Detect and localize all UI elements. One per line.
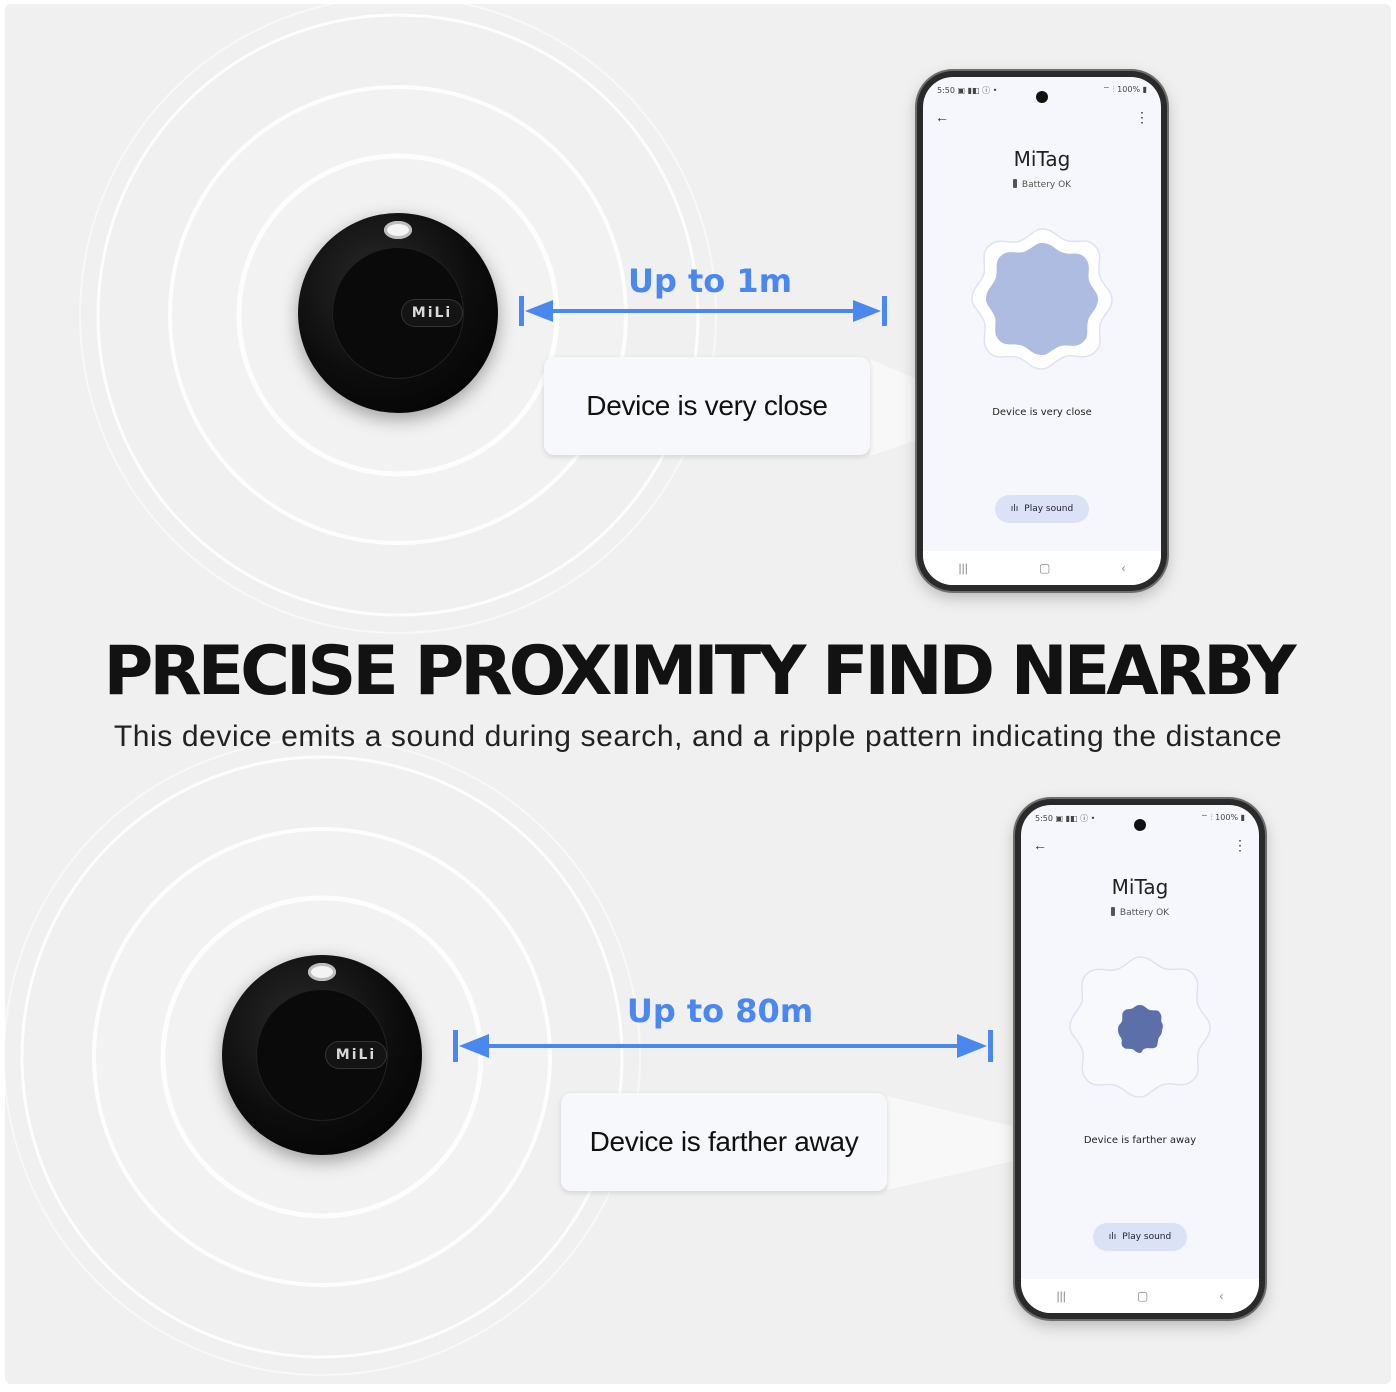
battery-status: Battery OK <box>1021 907 1259 918</box>
proximity-indicator <box>971 228 1113 370</box>
headline: PRECISE PROXIMITY FIND NEARBY <box>103 632 1296 711</box>
status-time: 5:50 <box>1035 814 1053 823</box>
phone-far: 5:50 ▣ ▮◧ ⓘ • ⌔ ⫶ 100% ▮ ← ⋮ MiTag Batte… <box>1015 799 1265 1319</box>
status-time: 5:50 <box>937 86 955 95</box>
battery-status: Battery OK <box>923 179 1161 190</box>
recents-icon[interactable]: ||| <box>1057 1289 1066 1303</box>
battery-percent: ⌔ ⫶ 100% ▮ <box>1200 813 1245 822</box>
product-infographic: MiLi Up to 1m Device is very close 5:50 … <box>5 4 1391 1384</box>
keyring-hole <box>384 221 412 239</box>
proximity-status: Device is very close <box>992 407 1092 418</box>
more-vert-icon[interactable]: ⋮ <box>1135 109 1149 126</box>
tracker-tag-far: MiLi <box>222 955 422 1155</box>
android-nav-bar: ||| ▢ ‹ <box>1021 1279 1259 1313</box>
battery-status-text: Battery OK <box>1119 908 1170 918</box>
android-nav-bar: ||| ▢ ‹ <box>923 551 1161 585</box>
back-nav-icon[interactable]: ‹ <box>1121 561 1125 575</box>
tracker-tag-near: MiLi <box>298 213 498 413</box>
status-icons: ▣ ▮◧ ⓘ • <box>1055 814 1096 823</box>
home-icon[interactable]: ▢ <box>1137 1289 1148 1303</box>
phone-near: 5:50 ▣ ▮◧ ⓘ • ⌔ ⫶ 100% ▮ ← ⋮ MiTag Batte… <box>917 71 1167 591</box>
callout-far: Device is farther away <box>561 1093 887 1191</box>
battery-icon <box>1110 907 1115 916</box>
status-icons: ▣ ▮◧ ⓘ • <box>957 86 998 95</box>
battery-status-text: Battery OK <box>1021 180 1072 190</box>
sound-wave-icon: ılı <box>1108 1232 1117 1242</box>
range-arrow-near <box>519 296 887 326</box>
status-bar: 5:50 ▣ ▮◧ ⓘ • ⌔ ⫶ 100% ▮ <box>937 85 1147 96</box>
battery-icon <box>1012 179 1017 188</box>
proximity-indicator <box>1069 956 1211 1098</box>
proximity-status: Device is farther away <box>1083 1135 1197 1146</box>
range-label-far: Up to 80m <box>626 992 814 1030</box>
app-title: MiTag <box>1111 875 1169 899</box>
battery-percent-value: 100% <box>1215 813 1239 822</box>
tag-brand-logo: MiLi <box>325 1041 387 1069</box>
app-title: MiTag <box>1013 147 1071 171</box>
play-sound-button[interactable]: ılı Play sound <box>1093 1223 1187 1251</box>
back-nav-icon[interactable]: ‹ <box>1219 1289 1223 1303</box>
status-bar: 5:50 ▣ ▮◧ ⓘ • ⌔ ⫶ 100% ▮ <box>1035 813 1245 824</box>
phone-screen: 5:50 ▣ ▮◧ ⓘ • ⌔ ⫶ 100% ▮ ← ⋮ MiTag Batte… <box>923 77 1161 585</box>
recents-icon[interactable]: ||| <box>959 561 968 575</box>
home-icon[interactable]: ▢ <box>1039 561 1050 575</box>
keyring-hole <box>308 963 336 981</box>
battery-percent: ⌔ ⫶ 100% ▮ <box>1102 85 1147 94</box>
back-arrow-icon[interactable]: ← <box>935 109 949 125</box>
play-sound-label: Play sound <box>1024 504 1074 514</box>
sound-wave-icon: ılı <box>1010 504 1019 514</box>
range-arrow-far <box>453 1030 993 1062</box>
battery-percent-value: 100% <box>1117 85 1141 94</box>
play-sound-button[interactable]: ılı Play sound <box>995 495 1089 523</box>
phone-screen: 5:50 ▣ ▮◧ ⓘ • ⌔ ⫶ 100% ▮ ← ⋮ MiTag Batte… <box>1021 805 1259 1313</box>
more-vert-icon[interactable]: ⋮ <box>1233 837 1247 854</box>
play-sound-label: Play sound <box>1122 1232 1172 1242</box>
subheadline: This device emits a sound during search,… <box>113 720 1283 753</box>
callout-near: Device is very close <box>544 357 870 455</box>
back-arrow-icon[interactable]: ← <box>1033 837 1047 853</box>
tag-brand-logo: MiLi <box>401 299 463 327</box>
